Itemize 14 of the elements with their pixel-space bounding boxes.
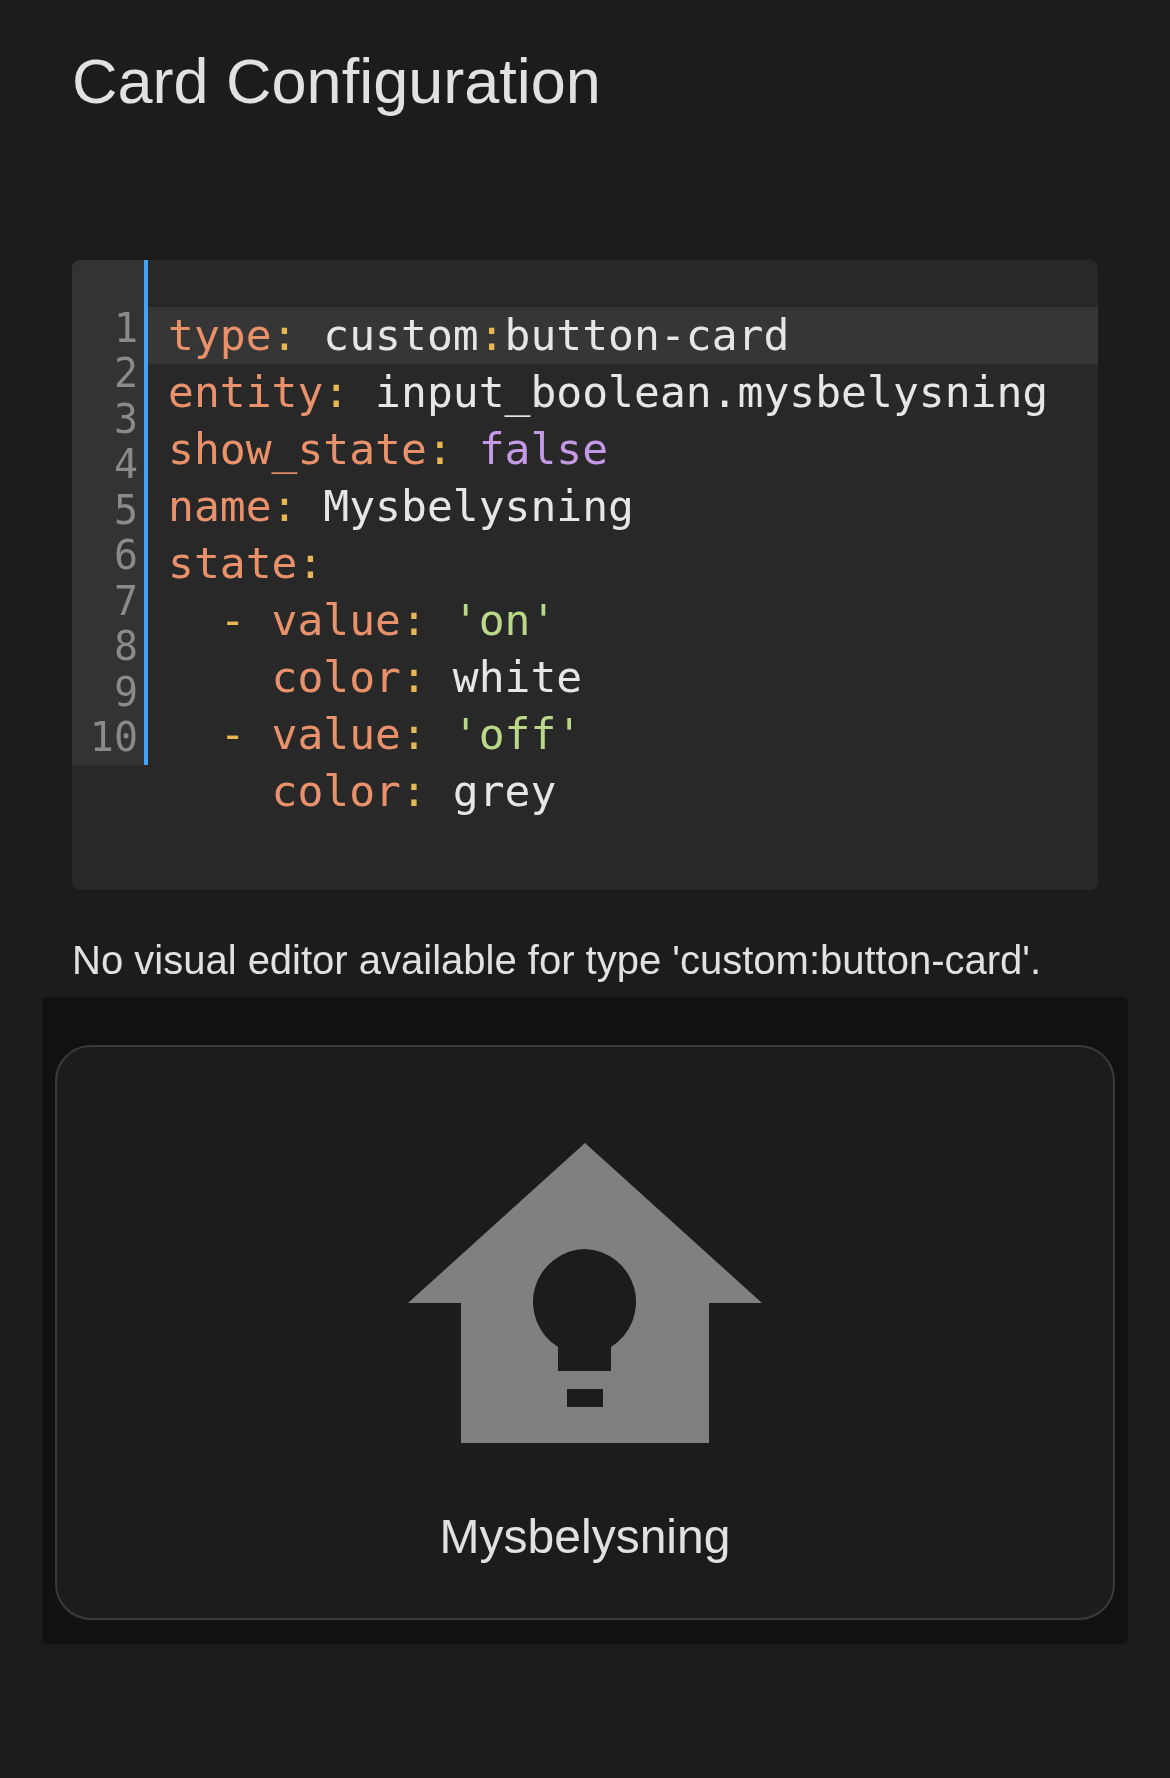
line-number: 6 bbox=[112, 533, 139, 579]
line-number: 7 bbox=[112, 578, 139, 625]
line-number: 4 bbox=[112, 442, 139, 488]
button-card[interactable]: Mysbelysning bbox=[55, 1044, 1115, 1620]
line-number: 8 bbox=[112, 624, 139, 670]
line-number: 9 bbox=[112, 669, 139, 716]
line-number: 3 bbox=[112, 396, 139, 443]
notice-text: No visual editor available for type 'custom:button-card'. bbox=[72, 936, 1043, 984]
card-name: Mysbelysning bbox=[439, 1508, 731, 1565]
line-number: 10 bbox=[88, 715, 139, 761]
line-number: 5 bbox=[112, 487, 139, 534]
line-number: 2 bbox=[112, 351, 139, 397]
page-title: Card Configuration bbox=[72, 45, 602, 118]
line-number: 1 bbox=[112, 305, 139, 352]
